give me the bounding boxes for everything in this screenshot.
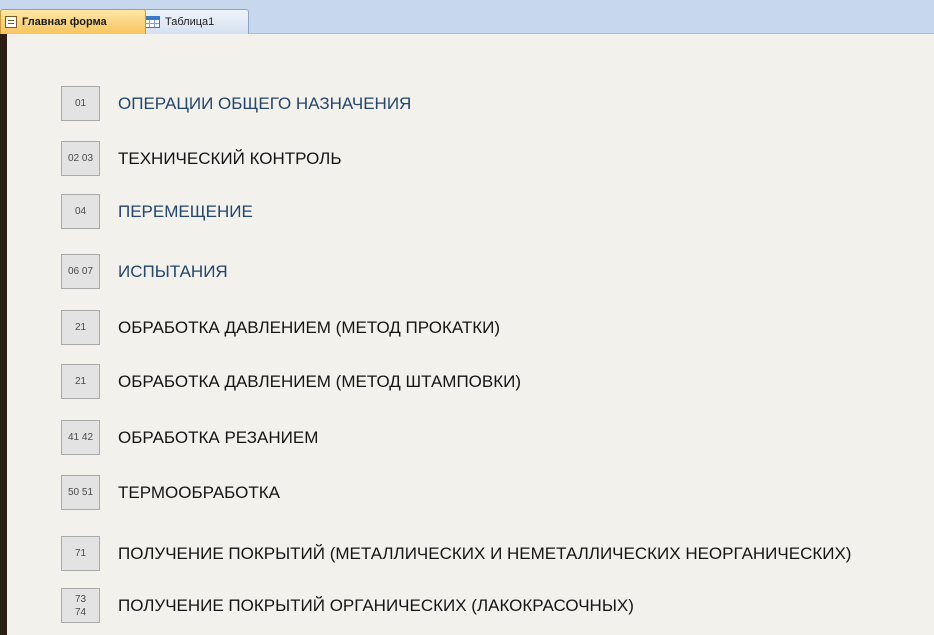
operation-row: 21 ОБРАБОТКА ДАВЛЕНИЕМ (МЕТОД ШТАМПОВКИ): [61, 364, 931, 404]
operation-row: 71 ПОЛУЧЕНИЕ ПОКРЫТИЙ (МЕТАЛЛИЧЕСКИХ И Н…: [61, 536, 931, 576]
operation-code-button[interactable]: 50 51: [61, 475, 100, 510]
form-icon: [5, 16, 17, 28]
operation-row: 21 ОБРАБОТКА ДАВЛЕНИЕМ (МЕТОД ПРОКАТКИ): [61, 310, 931, 350]
operation-label: ТЕХНИЧЕСКИЙ КОНТРОЛЬ: [118, 149, 342, 168]
operation-label: ИСПЫТАНИЯ: [118, 262, 228, 281]
navigation-pane-edge: [0, 34, 7, 635]
operation-code-button[interactable]: 02 03: [61, 141, 100, 176]
operation-row: 01 ОПЕРАЦИИ ОБЩЕГО НАЗНАЧЕНИЯ: [61, 86, 931, 126]
operation-label: ПОЛУЧЕНИЕ ПОКРЫТИЙ (МЕТАЛЛИЧЕСКИХ И НЕМЕ…: [118, 544, 852, 563]
operation-code-button[interactable]: 21: [61, 310, 100, 345]
operation-code-button[interactable]: 06 07: [61, 254, 100, 289]
form-body: 01 ОПЕРАЦИИ ОБЩЕГО НАЗНАЧЕНИЯ 02 03 ТЕХН…: [7, 34, 934, 635]
operation-code-button[interactable]: 71: [61, 536, 100, 571]
tab-table1[interactable]: Таблица1: [139, 9, 249, 34]
operation-row: 06 07 ИСПЫТАНИЯ: [61, 254, 931, 294]
tab-label: Главная форма: [22, 16, 107, 28]
operation-row: 02 03 ТЕХНИЧЕСКИЙ КОНТРОЛЬ: [61, 141, 931, 181]
operation-code-button[interactable]: 04: [61, 194, 100, 229]
operation-code-button[interactable]: 41 42: [61, 420, 100, 455]
table-icon: [144, 16, 160, 28]
operation-label: ПОЛУЧЕНИЕ ПОКРЫТИЙ ОРГАНИЧЕСКИХ (ЛАКОКРА…: [118, 596, 634, 615]
operation-code-button[interactable]: 73 74: [61, 588, 100, 623]
tab-label: Таблица1: [165, 16, 215, 28]
operation-label: ОБРАБОТКА ДАВЛЕНИЕМ (МЕТОД ПРОКАТКИ): [118, 318, 501, 337]
operation-row: 41 42 ОБРАБОТКА РЕЗАНИЕМ: [61, 420, 931, 460]
operation-row: 50 51 ТЕРМООБРАБОТКА: [61, 475, 931, 515]
operation-label: ОПЕРАЦИИ ОБЩЕГО НАЗНАЧЕНИЯ: [118, 94, 412, 113]
operation-label: ОБРАБОТКА РЕЗАНИЕМ: [118, 428, 319, 447]
tab-main-form[interactable]: Главная форма: [0, 9, 146, 34]
operation-code-button[interactable]: 21: [61, 364, 100, 399]
operation-code-button[interactable]: 01: [61, 86, 100, 121]
operation-row: 73 74 ПОЛУЧЕНИЕ ПОКРЫТИЙ ОРГАНИЧЕСКИХ (Л…: [61, 588, 931, 628]
operation-label: ОБРАБОТКА ДАВЛЕНИЕМ (МЕТОД ШТАМПОВКИ): [118, 372, 522, 391]
operation-label: ТЕРМООБРАБОТКА: [118, 483, 280, 502]
operation-label: ПЕРЕМЕЩЕНИЕ: [118, 202, 253, 221]
document-tab-bar: Главная форма Таблица1: [0, 0, 934, 34]
operation-row: 04 ПЕРЕМЕЩЕНИЕ: [61, 194, 931, 234]
